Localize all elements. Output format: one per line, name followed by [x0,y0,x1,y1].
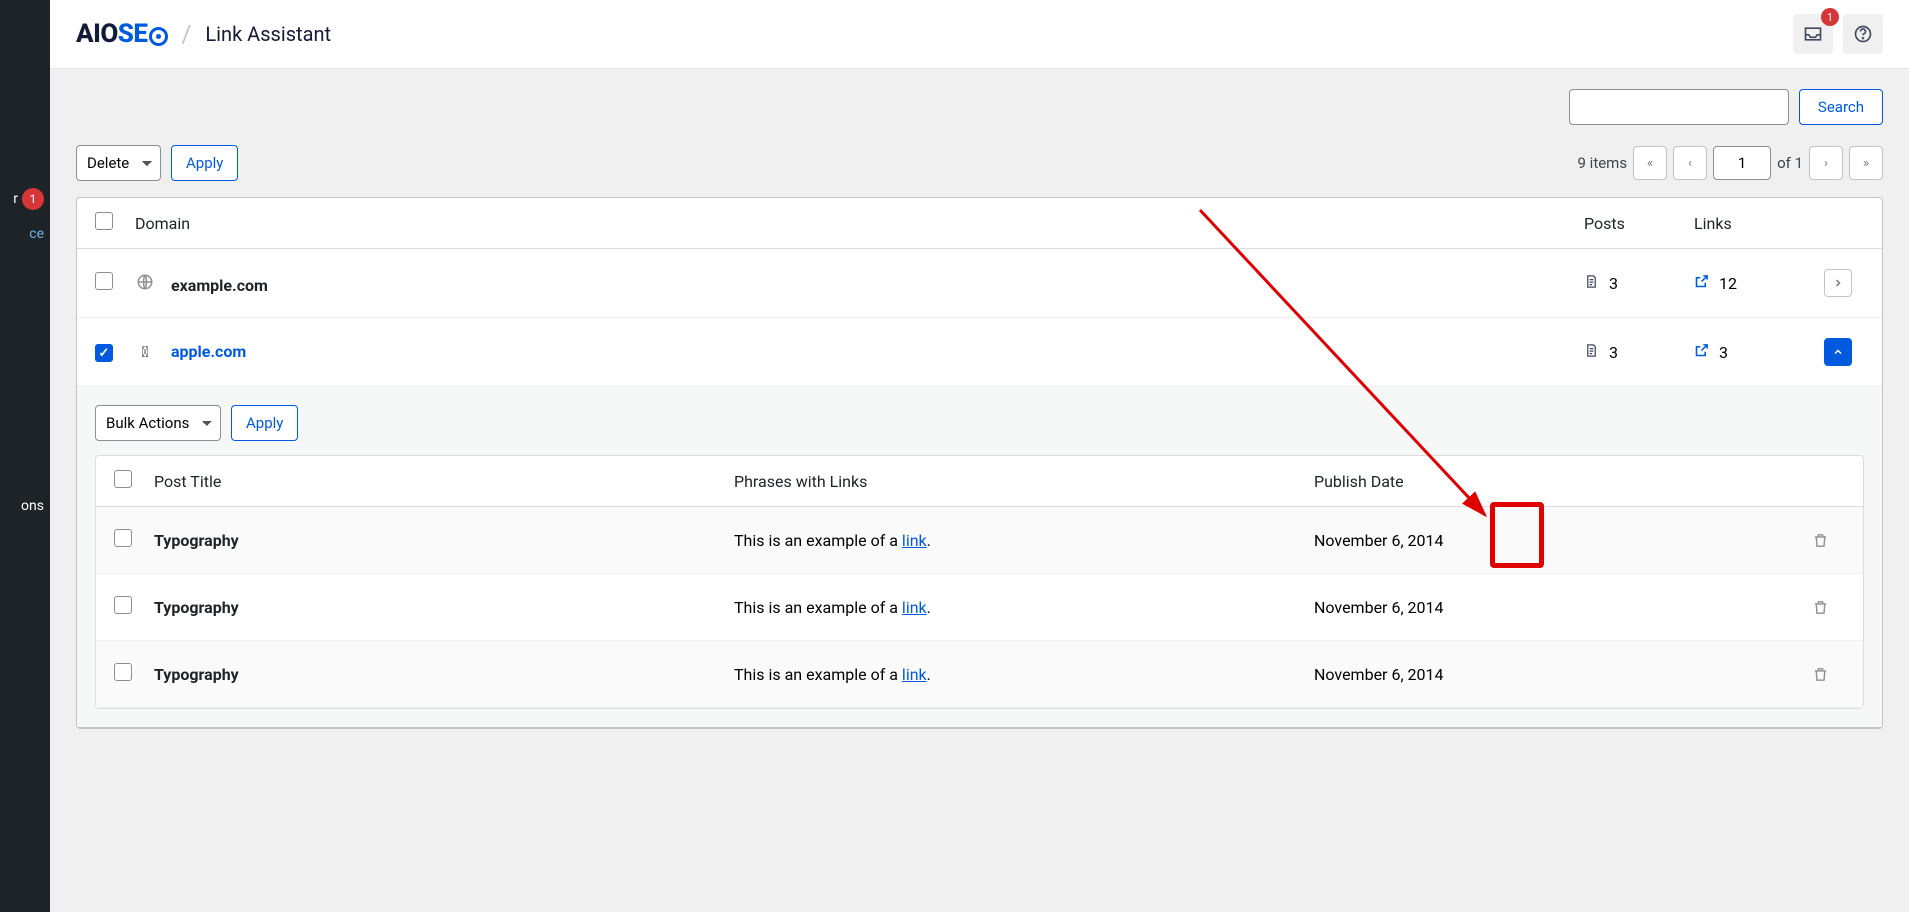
document-icon [1584,343,1599,362]
page-prev[interactable]: ‹ [1673,146,1707,180]
sub-select-all[interactable] [114,470,132,488]
page-input[interactable] [1713,146,1771,180]
phrase-cell: This is an example of a link. [734,598,1314,617]
col-post-title: Post Title [154,472,734,491]
inbox-button[interactable]: 1 [1793,14,1833,54]
posts-count: 3 [1609,274,1618,293]
domain-name[interactable]: apple.com [171,342,246,361]
search-button[interactable]: Search [1799,89,1883,125]
sub-table-header: Post Title Phrases with Links Publish Da… [96,456,1863,507]
expanded-panel: Bulk Actions Apply Post Title Phrases wi… [77,387,1882,728]
post-checkbox[interactable] [114,529,132,547]
posts-table: Post Title Phrases with Links Publish Da… [95,455,1864,709]
content: Search Delete Apply 9 items « ‹ of 1 › »… [50,69,1909,769]
sidebar-label: ons [21,498,44,514]
sidebar-item-ce[interactable]: ce [0,218,50,250]
post-row: Typography This is an example of a link.… [96,641,1863,708]
logo-text-a: AIO [76,19,118,49]
expand-button[interactable] [1824,269,1852,297]
controls-row: Delete Apply 9 items « ‹ of 1 › » [76,145,1883,181]
page-first[interactable]: « [1633,146,1667,180]
links-count: 12 [1719,274,1737,293]
header-bar: AIOSE / Link Assistant 1 [50,0,1909,69]
col-date: Publish Date [1314,472,1795,491]
external-link-icon [1694,274,1709,293]
delete-button[interactable] [1795,666,1845,683]
phrase-link[interactable]: link [902,531,927,550]
logo-text-b: SE [118,19,148,49]
phrase-link[interactable]: link [902,598,927,617]
links-count: 3 [1719,343,1728,362]
sub-controls: Bulk Actions Apply [95,405,1864,441]
phrase-cell: This is an example of a link. [734,665,1314,684]
post-checkbox[interactable] [114,663,132,681]
post-title[interactable]: Typography [154,531,734,550]
post-title[interactable]: Typography [154,665,734,684]
publish-date: November 6, 2014 [1314,531,1795,550]
sidebar-item-ons[interactable]: ons [0,490,50,522]
delete-button[interactable] [1795,532,1845,549]
help-icon [1853,24,1873,44]
bulk-action-select[interactable]: Delete [76,145,161,181]
sub-apply-button[interactable]: Apply [231,405,298,441]
document-icon [1584,274,1599,293]
search-input[interactable] [1569,89,1789,125]
breadcrumb-sep: / [182,20,192,48]
publish-date: November 6, 2014 [1314,598,1795,617]
page-title: Link Assistant [205,22,331,46]
post-row: Typography This is an example of a link.… [96,507,1863,574]
collapse-button[interactable] [1824,338,1852,366]
col-posts: Posts [1584,214,1694,233]
col-domain: Domain [135,214,1584,233]
notif-badge: 1 [1821,8,1839,26]
pagination: 9 items « ‹ of 1 › » [1578,146,1883,180]
post-title[interactable]: Typography [154,598,734,617]
item-count: 9 items [1578,154,1628,172]
table-header: Domain Posts Links [77,198,1882,249]
phrase-link[interactable]: link [902,665,927,684]
domain-name[interactable]: example.com [171,276,268,295]
domains-table: Domain Posts Links example.com 3 12  [76,197,1883,729]
apple-icon:  [135,342,155,362]
main-area: AIOSE / Link Assistant 1 Search Delete A… [50,0,1909,769]
post-row: Typography This is an example of a link.… [96,574,1863,641]
page-next[interactable]: › [1809,146,1843,180]
sidebar-badge: 1 [22,188,44,210]
select-all-checkbox[interactable] [95,212,113,230]
page-of: of 1 [1777,154,1803,172]
sidebar-item-r[interactable]: r 1 [0,180,50,218]
sidebar-label: ce [29,226,44,242]
col-phrase: Phrases with Links [734,472,1314,491]
domain-row:  apple.com 3 3 [77,318,1882,387]
sub-bulk-select[interactable]: Bulk Actions [95,405,221,441]
sidebar-label: r [13,191,18,207]
col-links: Links [1694,214,1824,233]
inbox-icon [1803,24,1823,44]
globe-icon [135,272,155,292]
publish-date: November 6, 2014 [1314,665,1795,684]
search-row: Search [76,89,1883,125]
delete-button[interactable] [1795,599,1845,616]
phrase-cell: This is an example of a link. [734,531,1314,550]
wp-admin-sidebar: r 1 ce ons [0,0,50,912]
post-checkbox[interactable] [114,596,132,614]
external-link-icon [1694,343,1709,362]
row-checkbox[interactable] [95,272,113,290]
row-checkbox[interactable] [95,344,113,362]
domain-row: example.com 3 12 [77,249,1882,318]
page-last[interactable]: » [1849,146,1883,180]
posts-count: 3 [1609,343,1618,362]
help-button[interactable] [1843,14,1883,54]
aioseo-logo: AIOSE [76,19,168,49]
apply-button[interactable]: Apply [171,145,238,181]
gear-icon [149,27,168,46]
